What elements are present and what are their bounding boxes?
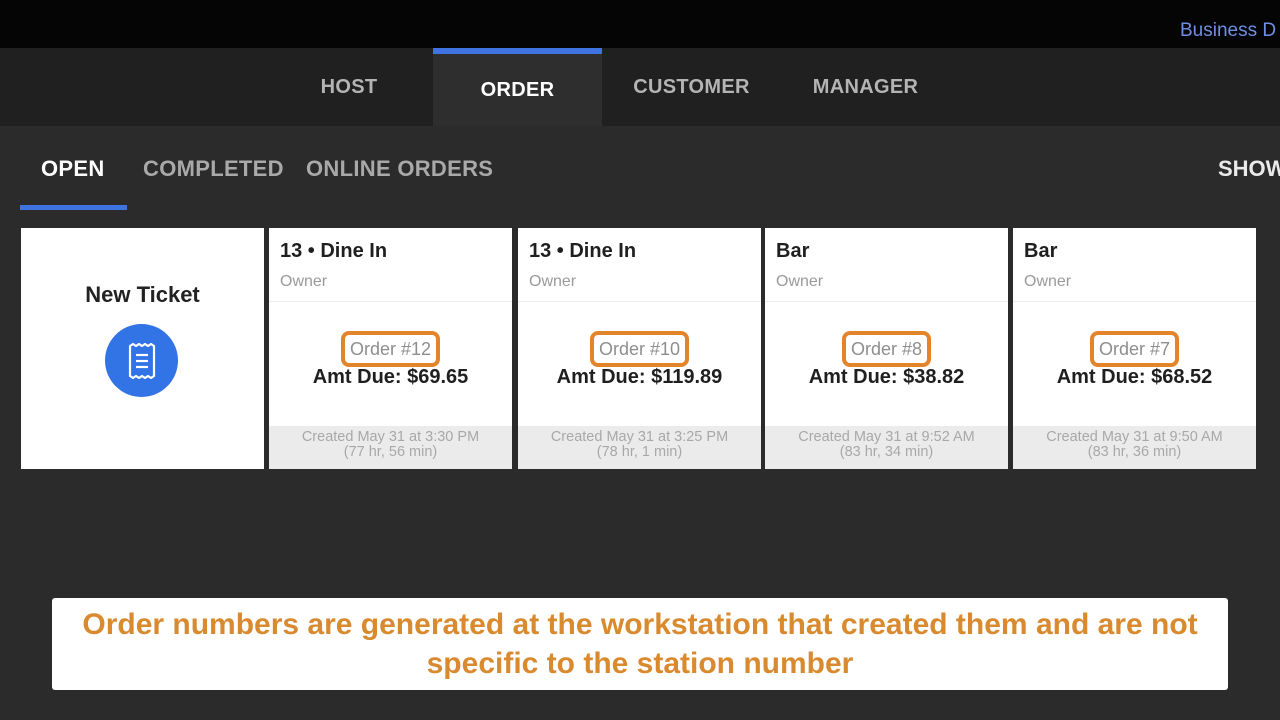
top-bar: Business D <box>0 0 1280 48</box>
ticket-footer: Created May 31 at 9:52 AM (83 hr, 34 min… <box>765 426 1008 469</box>
tab-order[interactable]: ORDER <box>433 48 602 126</box>
elapsed-time: (77 hr, 56 min) <box>343 444 438 460</box>
tab-open[interactable]: OPEN <box>41 156 105 182</box>
tab-host[interactable]: HOST <box>269 48 429 126</box>
ticket-card[interactable]: 13 • Dine In Owner Order #12 Amt Due: $6… <box>269 228 512 469</box>
order-number: Order #7 <box>1089 331 1180 367</box>
ticket-header: 13 • Dine In Owner <box>269 228 512 302</box>
ticket-card[interactable]: 13 • Dine In Owner Order #10 Amt Due: $1… <box>518 228 761 469</box>
order-number: Order #8 <box>841 331 932 367</box>
receipt-icon[interactable] <box>105 324 178 397</box>
ticket-title: 13 • Dine In <box>280 240 388 262</box>
tab-manager[interactable]: MANAGER <box>783 48 948 126</box>
amount-due: Amt Due: $68.52 <box>1056 366 1213 388</box>
order-number: Order #12 <box>340 331 441 367</box>
created-time: Created May 31 at 9:50 AM <box>1046 429 1223 445</box>
main-nav: HOST ORDER CUSTOMER MANAGER <box>0 48 1280 126</box>
active-tab-indicator <box>20 205 127 210</box>
elapsed-time: (83 hr, 36 min) <box>1087 444 1182 460</box>
ticket-header: Bar Owner <box>765 228 1008 302</box>
ticket-footer: Created May 31 at 9:50 AM (83 hr, 36 min… <box>1013 426 1256 469</box>
tab-customer[interactable]: CUSTOMER <box>604 48 779 126</box>
ticket-card[interactable]: Bar Owner Order #8 Amt Due: $38.82 Creat… <box>765 228 1008 469</box>
ticket-card[interactable]: Bar Owner Order #7 Amt Due: $68.52 Creat… <box>1013 228 1256 469</box>
business-link[interactable]: Business D <box>1180 20 1280 42</box>
amount-due: Amt Due: $119.89 <box>556 366 723 388</box>
ticket-owner: Owner <box>776 273 824 290</box>
ticket-title: 13 • Dine In <box>529 240 637 262</box>
elapsed-time: (83 hr, 34 min) <box>839 444 934 460</box>
amount-due: Amt Due: $38.82 <box>808 366 965 388</box>
elapsed-time: (78 hr, 1 min) <box>596 444 683 460</box>
ticket-footer: Created May 31 at 3:25 PM (78 hr, 1 min) <box>518 426 761 469</box>
ticket-owner: Owner <box>280 273 328 290</box>
ticket-title: Bar <box>1024 240 1058 262</box>
caption-banner: Order numbers are generated at the works… <box>52 598 1228 690</box>
sub-nav: OPEN COMPLETED ONLINE ORDERS SHOW <box>0 126 1280 216</box>
ticket-footer: Created May 31 at 3:30 PM (77 hr, 56 min… <box>269 426 512 469</box>
created-time: Created May 31 at 9:52 AM <box>798 429 975 445</box>
created-time: Created May 31 at 3:30 PM <box>301 429 480 445</box>
created-time: Created May 31 at 3:25 PM <box>550 429 729 445</box>
order-number: Order #10 <box>589 331 690 367</box>
ticket-header: 13 • Dine In Owner <box>518 228 761 302</box>
ticket-header: Bar Owner <box>1013 228 1256 302</box>
show-button[interactable]: SHOW <box>1218 156 1280 182</box>
amount-due: Amt Due: $69.65 <box>312 366 469 388</box>
ticket-owner: Owner <box>529 273 577 290</box>
ticket-owner: Owner <box>1024 273 1072 290</box>
ticket-title: Bar <box>776 240 810 262</box>
new-ticket-label: New Ticket <box>85 282 200 307</box>
tab-online-orders[interactable]: ONLINE ORDERS <box>306 156 493 182</box>
new-ticket-card[interactable]: New Ticket <box>21 228 264 469</box>
tab-completed[interactable]: COMPLETED <box>143 156 284 182</box>
